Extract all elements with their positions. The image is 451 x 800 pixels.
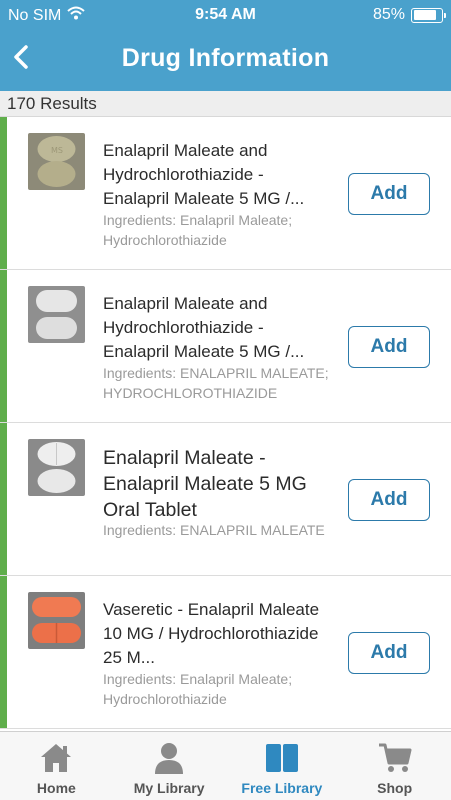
status-right: 85% [372,6,446,24]
drug-list: MS Enalapril Maleate and Hydrochlorothia… [0,117,451,731]
drug-ingredients: Ingredients: Enalapril Maleate; Hydrochl… [103,671,293,707]
tab-home[interactable]: Home [0,732,113,800]
pill-image [28,439,85,496]
battery-percent: 85% [372,6,405,23]
battery-icon [411,7,446,23]
page-title: Drug Information [121,44,330,72]
status-bar: No SIM 9:54 AM 85% [0,0,451,30]
list-item[interactable]: Enalapril Maleate and Hydrochlorothiazid… [0,270,451,423]
row-accent [0,117,7,269]
home-icon [38,740,74,776]
pill-image: MS [28,133,85,190]
row-accent [0,270,7,422]
add-button[interactable]: Add [348,326,430,368]
drug-ingredients: Ingredients: Enalapril Maleate; Hydrochl… [103,212,293,248]
cart-icon [377,740,413,776]
row-accent [0,423,7,575]
add-button[interactable]: Add [348,173,430,215]
nav-bar: Drug Information [0,30,451,91]
tab-label: Free Library [241,780,323,796]
battery-fill [413,10,437,20]
person-icon [151,740,187,776]
pill-image [28,592,85,649]
list-item[interactable]: Enalapril Maleate - Enalapril Maleate 5 … [0,423,451,576]
header: No SIM 9:54 AM 85% Drug Information [0,0,451,91]
svg-text:MS: MS [51,146,63,155]
row-accent [0,576,7,728]
tab-shop[interactable]: Shop [338,732,451,800]
list-item[interactable]: Vaseretic - Enalapril Maleate 10 MG / Hy… [0,576,451,729]
tab-label: Home [36,780,76,796]
tab-bar: Home My Library Free Library Shop [0,731,451,800]
tab-label: My Library [133,780,205,796]
drug-ingredients: Ingredients: ENALAPRIL MALEATE [103,522,325,538]
list-item[interactable]: MS Enalapril Maleate and Hydrochlorothia… [0,117,451,270]
pill-image [28,286,85,343]
drug-title: Enalapril Maleate and Hydrochlorothiazid… [103,141,305,208]
drug-title: Enalapril Maleate - Enalapril Maleate 5 … [103,447,307,521]
tab-free-library[interactable]: Free Library [226,732,339,800]
drug-title: Vaseretic - Enalapril Maleate 10 MG / Hy… [103,600,320,667]
drug-ingredients: Ingredients: ENALAPRIL MALEATE; HYDROCHL… [103,365,329,401]
book-icon [264,740,300,776]
results-count: 170 Results [0,91,451,117]
tab-my-library[interactable]: My Library [113,732,226,800]
drug-title: Enalapril Maleate and Hydrochlorothiazid… [103,294,305,361]
tab-label: Shop [377,780,413,796]
add-button[interactable]: Add [348,632,430,674]
add-button[interactable]: Add [348,479,430,521]
